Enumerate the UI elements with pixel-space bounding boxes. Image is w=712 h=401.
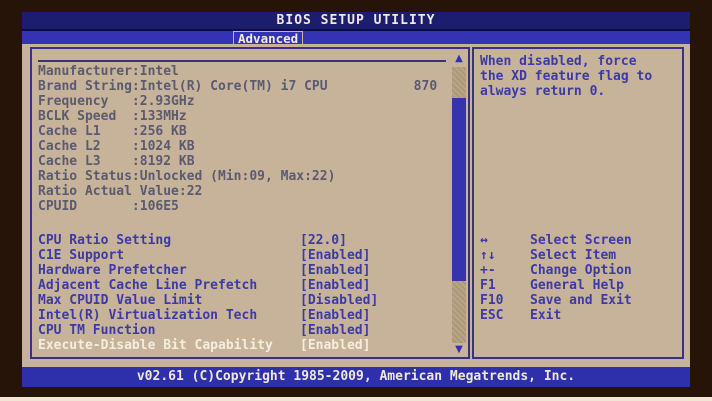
- page-title: BIOS SETUP UTILITY: [276, 13, 436, 28]
- setting-virtualization-tech[interactable]: Intel(R) Virtualization Tech [Enabled]: [38, 308, 448, 323]
- legend-general-help: F1 General Help: [480, 278, 678, 293]
- cpu-info-line: BCLK Speed :133MHz: [38, 109, 187, 124]
- cpu-info-line: Cache L1 :256 KB: [38, 124, 187, 139]
- setting-label: C1E Support: [38, 248, 125, 263]
- screen-bottom-edge: [0, 397, 712, 401]
- key-legend: ↔ Select Screen ↑↓ Select Item +- Change…: [480, 233, 678, 323]
- f1-key: F1: [480, 278, 496, 293]
- setting-label: Hardware Prefetcher: [38, 263, 187, 278]
- setting-hardware-prefetcher[interactable]: Hardware Prefetcher [Enabled]: [38, 263, 448, 278]
- legend-action: Exit: [530, 308, 562, 323]
- cpu-info-line: Brand String:Intel(R) Core(TM) i7 CPU 87…: [38, 79, 438, 94]
- help-text-line: the XD feature flag to: [480, 69, 653, 84]
- setting-adjacent-cache-prefetch[interactable]: Adjacent Cache Line Prefetch [Enabled]: [38, 278, 448, 293]
- legend-action: Select Item: [530, 248, 617, 263]
- tab-advanced[interactable]: Advanced: [233, 31, 304, 45]
- cpu-info-line: Cache L2 :1024 KB: [38, 139, 195, 154]
- legend-change-option: +- Change Option: [480, 263, 678, 278]
- cpu-info-line: Ratio Actual Value:22: [38, 184, 203, 199]
- up-down-arrows-icon: ↑↓: [480, 248, 496, 263]
- setting-value: [Enabled]: [300, 278, 371, 293]
- legend-action: Select Screen: [530, 233, 632, 248]
- setting-value: [22.0]: [300, 233, 347, 248]
- setting-cpu-ratio[interactable]: CPU Ratio Setting [22.0]: [38, 233, 448, 248]
- scrollbar-thumb[interactable]: [452, 98, 466, 281]
- legend-save-exit: F10 Save and Exit: [480, 293, 678, 308]
- legend-action: Change Option: [530, 263, 632, 278]
- legend-select-screen: ↔ Select Screen: [480, 233, 678, 248]
- cpu-configuration-panel: ▲ ▼ Manufacturer:Intel Brand String:Inte…: [30, 47, 470, 359]
- esc-key: ESC: [480, 308, 504, 323]
- cpu-info-line: CPUID :106E5: [38, 199, 179, 214]
- setting-label: Adjacent Cache Line Prefetch: [38, 278, 258, 293]
- cpu-info-block: Manufacturer:Intel Brand String:Intel(R)…: [38, 64, 444, 214]
- setting-label: Execute-Disable Bit Capability: [38, 338, 273, 353]
- help-text-line: When disabled, force: [480, 54, 637, 69]
- help-panel: When disabled, force the XD feature flag…: [472, 47, 684, 359]
- cpu-info-line: Cache L3 :8192 KB: [38, 154, 195, 169]
- bios-screen: { "title_bar": { "title": "BIOS SETUP UT…: [0, 0, 712, 401]
- legend-exit: ESC Exit: [480, 308, 678, 323]
- setting-value: [Enabled]: [300, 263, 371, 278]
- legend-select-item: ↑↓ Select Item: [480, 248, 678, 263]
- copyright-bar: v02.61 (C)Copyright 1985-2009, American …: [22, 367, 690, 387]
- setting-label: CPU Ratio Setting: [38, 233, 172, 248]
- setting-value: [Disabled]: [300, 293, 379, 308]
- setting-value: [Enabled]: [300, 248, 371, 263]
- copyright-text: v02.61 (C)Copyright 1985-2009, American …: [136, 369, 576, 384]
- divider: [38, 60, 446, 62]
- setting-value: [Enabled]: [300, 308, 371, 323]
- cpu-info-line: Ratio Status:Unlocked (Min:09, Max:22): [38, 169, 336, 184]
- setting-c1e-support[interactable]: C1E Support [Enabled]: [38, 248, 448, 263]
- cpu-info-line: Manufacturer:Intel: [38, 64, 179, 79]
- help-text: When disabled, force the XD feature flag…: [480, 54, 678, 99]
- setting-label: Intel(R) Virtualization Tech: [38, 308, 258, 323]
- content-area: ▲ ▼ Manufacturer:Intel Brand String:Inte…: [22, 44, 690, 367]
- setting-execute-disable-bit[interactable]: Execute-Disable Bit Capability [Enabled]: [38, 338, 448, 353]
- plus-minus-keys: +-: [480, 263, 496, 278]
- setting-cpu-tm-function[interactable]: CPU TM Function [Enabled]: [38, 323, 448, 338]
- setting-max-cpuid-limit[interactable]: Max CPUID Value Limit [Disabled]: [38, 293, 448, 308]
- help-text-line: always return 0.: [480, 84, 606, 99]
- cpu-info-line: Frequency :2.93GHz: [38, 94, 195, 109]
- f10-key: F10: [480, 293, 504, 308]
- scroll-up-icon[interactable]: ▲: [452, 53, 466, 65]
- title-bar: BIOS SETUP UTILITY: [22, 12, 690, 29]
- setting-label: CPU TM Function: [38, 323, 156, 338]
- legend-action: General Help: [530, 278, 624, 293]
- setting-value: [Enabled]: [300, 338, 371, 353]
- legend-action: Save and Exit: [530, 293, 632, 308]
- menu-bar: Advanced: [22, 31, 690, 45]
- setting-value: [Enabled]: [300, 323, 371, 338]
- scrollbar[interactable]: [452, 67, 466, 343]
- scroll-down-icon[interactable]: ▼: [452, 344, 466, 356]
- setting-label: Max CPUID Value Limit: [38, 293, 203, 308]
- settings-list: CPU Ratio Setting [22.0] C1E Support [En…: [38, 233, 448, 353]
- left-right-arrows-icon: ↔: [480, 233, 488, 248]
